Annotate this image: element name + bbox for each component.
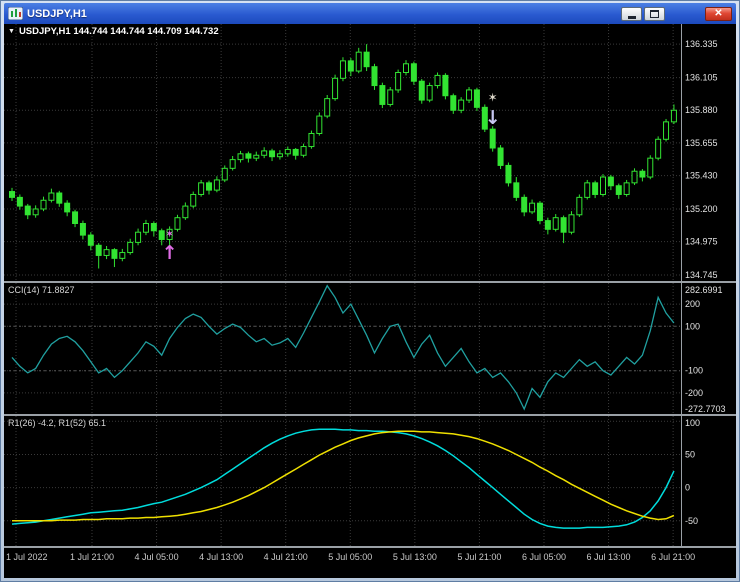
- time-axis-label: 5 Jul 21:00: [457, 552, 502, 562]
- R1(52)-line: [12, 430, 675, 522]
- time-axis-label: 1 Jul 2022: [6, 552, 48, 562]
- axis-label: -200: [685, 388, 703, 398]
- axis-label: -50: [685, 516, 698, 526]
- time-axis-label: 6 Jul 21:00: [651, 552, 696, 562]
- time-axis-label: 1 Jul 21:00: [69, 552, 115, 562]
- time-axis-label: 5 Jul 13:00: [392, 552, 437, 562]
- grid: [15, 283, 674, 414]
- window-controls: ✕: [621, 6, 732, 21]
- time-axis-label: 4 Jul 13:00: [199, 552, 244, 562]
- axis-label: 282.6991: [685, 285, 723, 295]
- time-axis-label: 6 Jul 13:00: [586, 552, 631, 562]
- axis-label: 50: [685, 449, 695, 459]
- grid: [15, 416, 674, 546]
- chart-client-area: 136.335 136.105 135.880 135.655 135.430 135.2…: [4, 24, 736, 578]
- axis-label: 200: [685, 299, 700, 309]
- star-marker-icon: ✶: [165, 228, 174, 241]
- time-axis[interactable]: 1 Jul 2022 1 Jul 21:00 4 Jul 05:00 4 Jul 13…: [4, 548, 736, 578]
- axis-label: 135.430: [685, 171, 718, 181]
- close-button[interactable]: ✕: [705, 6, 732, 21]
- time-axis-label: 4 Jul 21:00: [263, 552, 308, 562]
- minimize-icon: [627, 15, 636, 19]
- axis-label: 135.200: [685, 204, 718, 214]
- arrow-down-marker-icon: ↓: [485, 107, 501, 129]
- price-chart-panel[interactable]: 136.335 136.105 135.880 135.655 135.430 135.2…: [4, 24, 736, 281]
- axis-label: 100: [685, 321, 700, 331]
- chart-icon: [7, 6, 24, 21]
- axis-label: 136.335: [685, 39, 718, 49]
- axis-label: 135.655: [685, 138, 718, 148]
- price-gridlines: [4, 43, 680, 276]
- maximize-button[interactable]: [644, 6, 665, 21]
- minimize-button[interactable]: [621, 6, 642, 21]
- trade-markers: ✶↑✶↓: [162, 90, 501, 264]
- axis-label: 134.975: [685, 237, 718, 247]
- mt4-chart-window: USDJPY,H1 ✕ 136.335 136.105 135.880 135.655…: [0, 0, 740, 582]
- time-axis-label: 6 Jul 05:00: [521, 552, 567, 562]
- close-icon: ✕: [714, 7, 723, 19]
- axis-label: 0: [685, 483, 690, 493]
- window-titlebar[interactable]: USDJPY,H1 ✕: [4, 3, 736, 24]
- axis-label: 135.880: [685, 105, 718, 115]
- cci-indicator-panel[interactable]: 282.6991 200 100 -100 -200 -272.7703 CCI(14) …: [4, 283, 736, 414]
- arrow-up-marker-icon: ↑: [162, 242, 178, 264]
- axis-label: 100: [685, 418, 700, 428]
- maximize-icon: [650, 9, 659, 18]
- axis-label: 136.105: [685, 73, 718, 83]
- window-title: USDJPY,H1: [27, 7, 87, 20]
- time-axis-label: 5 Jul 05:00: [328, 552, 373, 562]
- axis-label: -100: [685, 366, 703, 376]
- time-axis-label: 4 Jul 05:00: [134, 552, 179, 562]
- r1-indicator-panel[interactable]: 100 50 0 -50 R1(26) -4.2, R1(52) 65.1: [4, 416, 736, 546]
- star-marker-icon: ✶: [488, 90, 498, 104]
- axis-label: -272.7703: [685, 404, 726, 414]
- axis-label: 134.745: [685, 270, 718, 280]
